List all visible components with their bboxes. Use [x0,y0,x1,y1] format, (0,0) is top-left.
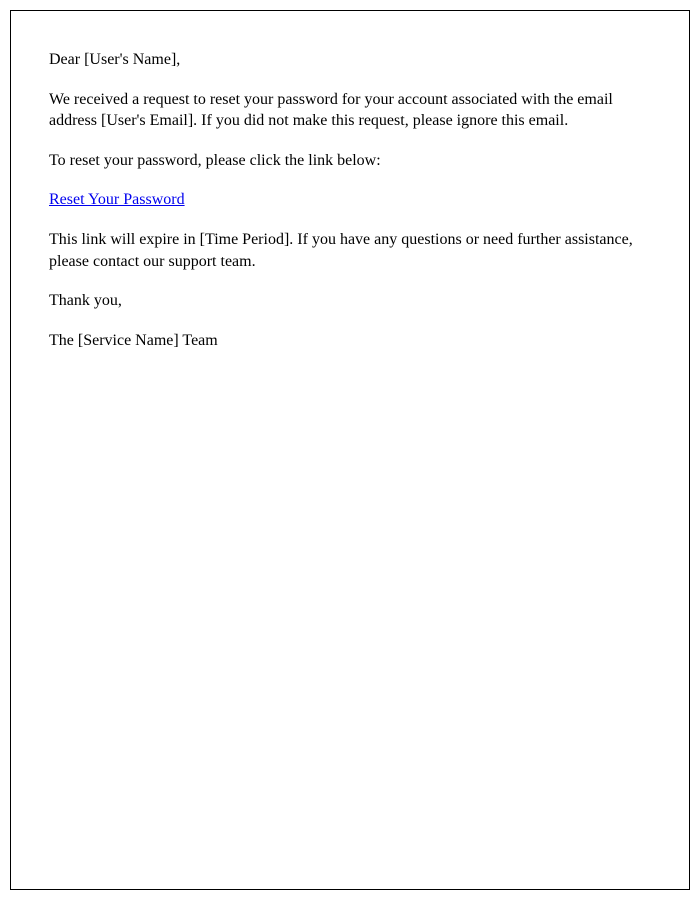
instruction-text: To reset your password, please click the… [49,150,651,172]
intro-text: We received a request to reset your pass… [49,89,651,132]
thanks-text: Thank you, [49,290,651,312]
reset-link-paragraph: Reset Your Password [49,189,651,211]
document-frame: Dear [User's Name], We received a reques… [10,10,690,890]
expiry-text: This link will expire in [Time Period]. … [49,229,651,272]
reset-password-link[interactable]: Reset Your Password [49,191,185,208]
signature-text: The [Service Name] Team [49,330,651,352]
greeting-text: Dear [User's Name], [49,49,651,71]
